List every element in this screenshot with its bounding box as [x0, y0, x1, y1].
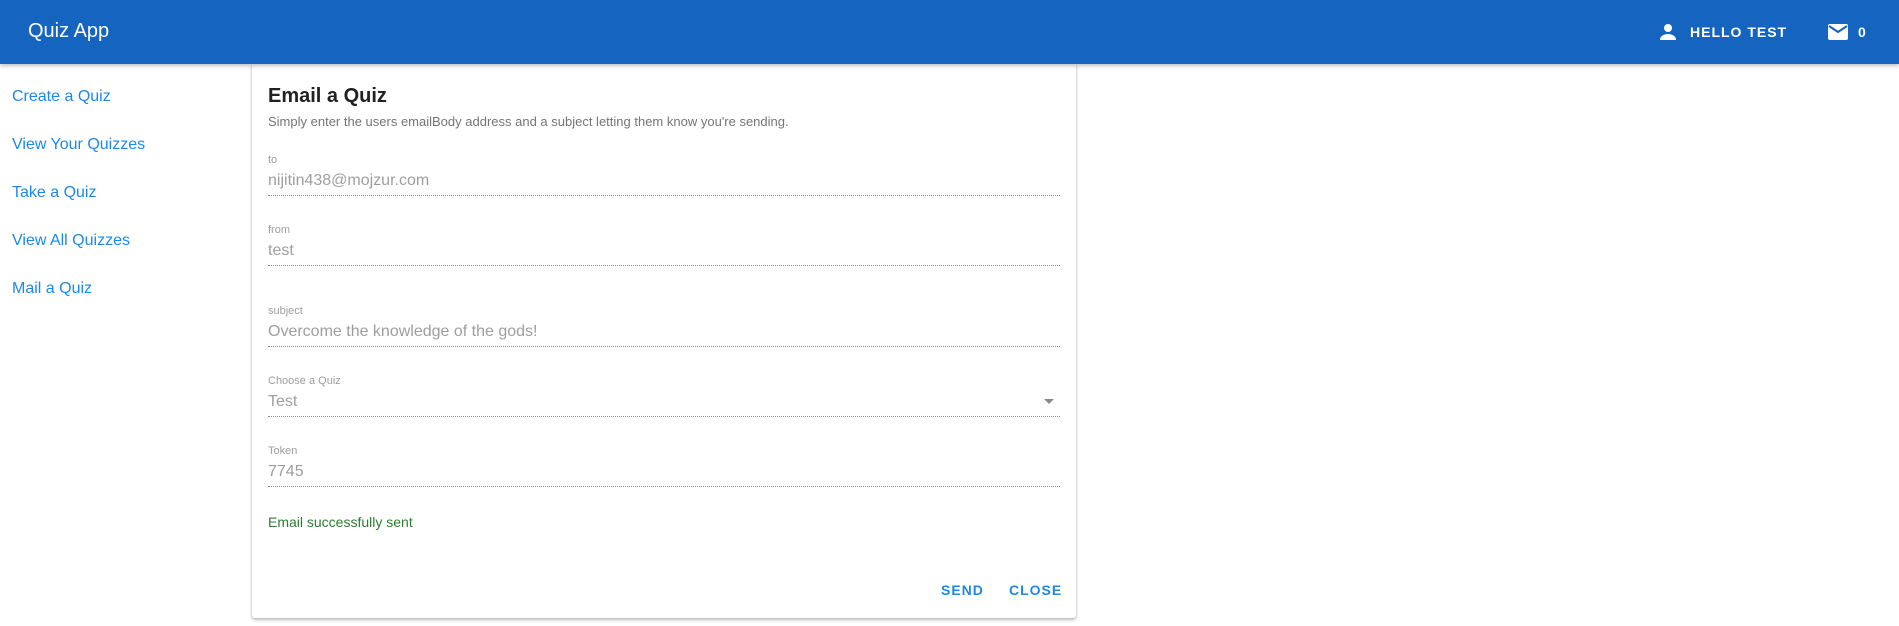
sidebar-item-take-quiz[interactable]: Take a Quiz — [12, 184, 96, 202]
app-title: Quiz App — [28, 20, 110, 42]
dialog-title: Email a Quiz — [268, 85, 387, 107]
status-message: Email successfully sent — [268, 514, 413, 530]
from-field-label: from — [268, 224, 290, 236]
subject-field[interactable] — [268, 319, 1060, 347]
to-field-group: to — [268, 154, 1060, 196]
token-field[interactable] — [268, 459, 1060, 487]
user-menu-button[interactable]: HELLO TEST — [1656, 20, 1787, 44]
dropdown-arrow-icon — [1044, 399, 1054, 404]
quiz-select[interactable]: Test — [268, 389, 1060, 417]
quiz-select-value: Test — [268, 393, 298, 410]
sidebar-item-create-quiz[interactable]: Create a Quiz — [12, 88, 111, 106]
sidebar: Create a Quiz View Your Quizzes Take a Q… — [0, 64, 250, 626]
app-bar: Quiz App HELLO TEST 0 — [0, 0, 1899, 64]
sidebar-item-view-your-quizzes[interactable]: View Your Quizzes — [12, 136, 145, 154]
to-field-label: to — [268, 154, 278, 166]
quiz-select-label: Choose a Quiz — [268, 375, 341, 387]
mail-icon — [1828, 24, 1848, 40]
sidebar-item-view-all-quizzes[interactable]: View All Quizzes — [12, 232, 130, 250]
email-quiz-dialog: Email a Quiz Simply enter the users emai… — [252, 64, 1076, 618]
mail-count: 0 — [1858, 24, 1866, 40]
user-greeting: HELLO TEST — [1690, 24, 1788, 40]
dialog-subtitle: Simply enter the users emailBody address… — [268, 114, 789, 129]
quiz-select-group: Choose a Quiz Test — [268, 375, 1060, 417]
token-field-label: Token — [268, 445, 298, 457]
subject-field-group: subject — [268, 305, 1060, 347]
from-field[interactable] — [268, 238, 1060, 266]
close-button[interactable]: CLOSE — [1009, 582, 1062, 598]
mail-button[interactable]: 0 — [1826, 20, 1866, 44]
from-field-group: from — [268, 224, 1060, 266]
to-field[interactable] — [268, 168, 1060, 196]
person-icon — [1660, 24, 1676, 40]
send-button[interactable]: SEND — [941, 582, 984, 598]
sidebar-item-mail-quiz[interactable]: Mail a Quiz — [12, 280, 92, 298]
token-field-group: Token — [268, 445, 1060, 487]
subject-field-label: subject — [268, 305, 303, 317]
